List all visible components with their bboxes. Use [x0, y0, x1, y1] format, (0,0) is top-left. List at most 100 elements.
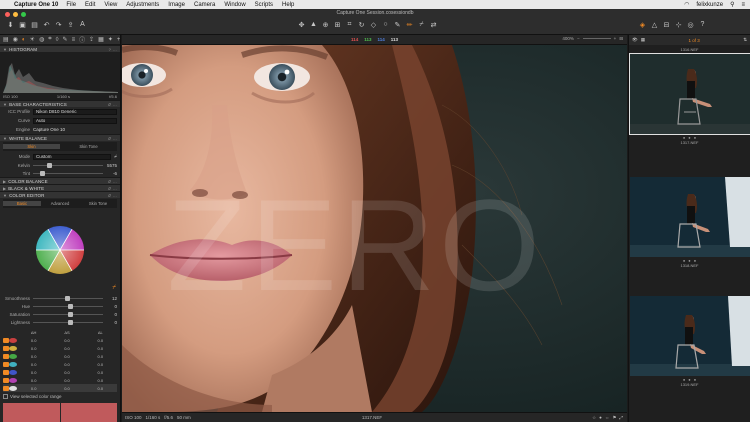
browser-sort-icon[interactable]: ⇅ [743, 37, 747, 43]
color-wheel[interactable] [0, 209, 121, 294]
output-tab-icon[interactable]: ⇪ [89, 36, 94, 43]
exposure-tab-icon[interactable]: ☀ [30, 36, 35, 43]
help-icon[interactable]: ? [109, 47, 111, 52]
range-color-swatch[interactable] [9, 369, 17, 375]
menu-view[interactable]: View [104, 2, 117, 8]
range-delta-h[interactable]: 0.0 [17, 386, 50, 391]
saturation-knob[interactable] [68, 311, 73, 317]
range-delta-s[interactable]: 0.0 [50, 386, 83, 391]
focus-mask-icon[interactable]: ◎ [686, 20, 695, 29]
histogram-section-header[interactable]: ▼ HISTOGRAM ?… [0, 45, 120, 52]
color-range-row[interactable]: 0.0 0.0 0.0 [3, 384, 117, 392]
range-delta-l[interactable]: 0.0 [84, 386, 117, 391]
import-icon[interactable]: ⬇ [6, 20, 15, 29]
wb-tab-skin[interactable]: Skin [3, 144, 60, 149]
color-tab-icon[interactable]: ◐ [22, 36, 26, 43]
color-range-row[interactable]: 0.0 0.0 0.0 [3, 352, 117, 360]
lightness-track[interactable] [33, 319, 103, 325]
hue-value[interactable]: 0 [103, 304, 117, 309]
icc-profile-select[interactable]: Nikon D810 Generic [33, 108, 117, 115]
kelvin-value[interactable]: 5575 [103, 163, 117, 168]
browser-view-icon[interactable]: 👁 [632, 37, 638, 43]
search-icon[interactable]: ⚲ [730, 1, 734, 8]
brush-tool-icon[interactable]: ✏ [405, 20, 414, 29]
help-icon[interactable]: ? [698, 20, 707, 29]
grid-tool-icon[interactable]: ⊞ [333, 20, 342, 29]
thumbnail-selected[interactable]: ● ● ● 1317.NEF [629, 53, 750, 147]
zoom-settings-icon[interactable]: ⊟ [619, 36, 623, 42]
menu-edit[interactable]: Edit [85, 2, 95, 8]
minimize-window-button[interactable] [13, 12, 18, 17]
tint-track[interactable] [33, 170, 103, 176]
zoom-tool-icon[interactable]: ⊕ [321, 20, 330, 29]
rating-icon[interactable]: ☆ [592, 415, 596, 421]
menu-window[interactable]: Window [224, 2, 245, 8]
menu-app-name[interactable]: Capture One 10 [14, 2, 58, 8]
smoothness-value[interactable]: 12 [103, 296, 117, 301]
picker-tool-icon[interactable]: ✎ [393, 20, 402, 29]
batch-tab-icon[interactable]: ▦ [98, 36, 104, 43]
zoom-window-button[interactable] [21, 12, 26, 17]
library-tab-icon[interactable]: ▤ [3, 36, 9, 43]
capture-tab-icon[interactable]: ◉ [13, 36, 18, 43]
thumb-image[interactable] [629, 177, 750, 257]
smoothness-knob[interactable] [64, 295, 70, 301]
adjustments-tab-icon[interactable]: ≡ [72, 36, 76, 43]
color-picker-icon[interactable]: ⌿ [112, 285, 116, 292]
kelvin-knob[interactable] [47, 162, 52, 168]
ce-tab-advanced[interactable]: Advanced [41, 201, 79, 206]
close-window-button[interactable] [5, 12, 10, 17]
thumbnail[interactable]: 1316.NEF [630, 47, 750, 54]
range-delta-s[interactable]: 0.0 [50, 362, 83, 367]
reset-icon[interactable]: ↺ [107, 136, 110, 141]
menu-adjustments[interactable]: Adjustments [126, 2, 159, 8]
thumbnail[interactable]: ● ● ● 1318.NEF [629, 177, 750, 270]
crop-tool-icon[interactable]: ⌗ [345, 20, 354, 29]
camera-icon[interactable]: ▣ [18, 20, 27, 29]
range-delta-l[interactable]: 0.0 [84, 378, 117, 383]
range-delta-h[interactable]: 0.0 [17, 346, 50, 351]
more-icon[interactable]: … [113, 179, 117, 184]
range-delta-h[interactable]: 0.0 [17, 370, 50, 375]
thumb-image[interactable] [629, 53, 750, 135]
range-color-swatch[interactable] [9, 361, 17, 367]
local-adjustments-tab-icon[interactable]: ✎ [63, 36, 68, 43]
range-delta-l[interactable]: 0.0 [84, 354, 117, 359]
eyedropper-icon[interactable]: ⌿ [417, 20, 426, 29]
range-color-swatch[interactable] [9, 337, 17, 343]
color-range-row[interactable]: 0.0 0.0 0.0 [3, 360, 117, 368]
swatch-before[interactable] [3, 403, 60, 422]
undo-icon[interactable]: ↶ [42, 20, 51, 29]
hue-knob[interactable] [68, 303, 73, 309]
swatch-after[interactable] [60, 403, 117, 422]
add-tab-icon[interactable]: + [117, 36, 120, 43]
tint-slider[interactable]: Tint -6 [0, 169, 120, 177]
range-delta-l[interactable]: 0.0 [84, 362, 117, 367]
select-tool-icon[interactable]: ▲ [309, 20, 318, 29]
color-tag-icon[interactable]: ● [599, 415, 602, 421]
black-white-header[interactable]: ▶ BLACK & WHITE ↺… [0, 184, 120, 191]
range-delta-h[interactable]: 0.0 [17, 338, 50, 343]
library-icon[interactable]: ▤ [30, 20, 39, 29]
pan-tool-icon[interactable]: ✥ [297, 20, 306, 29]
menu-help[interactable]: Help [282, 2, 294, 8]
view-selected-checkbox[interactable] [3, 394, 8, 399]
mode-select[interactable]: Custom [33, 153, 112, 160]
reset-icon[interactable]: ↺ [107, 179, 110, 184]
saturation-track[interactable] [33, 311, 103, 317]
exposure-warning-icon[interactable]: △ [650, 20, 659, 29]
color-range-row[interactable]: 0.0 0.0 0.0 [3, 344, 117, 352]
list-icon[interactable]: ≡ [741, 2, 745, 8]
range-color-swatch[interactable] [9, 353, 17, 359]
more-icon[interactable]: … [113, 102, 117, 107]
wb-picker-icon[interactable]: ⌿ [114, 154, 117, 159]
more-icon[interactable]: … [113, 193, 117, 198]
zoom-level[interactable]: 400% [562, 36, 574, 42]
keystone-tool-icon[interactable]: ◇ [369, 20, 378, 29]
range-delta-s[interactable]: 0.0 [50, 338, 83, 343]
range-delta-l[interactable]: 0.0 [84, 346, 117, 351]
ce-tab-skin-tone[interactable]: Skin Tone [79, 201, 117, 206]
browser-grid-icon[interactable]: ▦ [641, 37, 645, 43]
range-delta-s[interactable]: 0.0 [50, 346, 83, 351]
smoothness-track[interactable] [33, 295, 103, 301]
